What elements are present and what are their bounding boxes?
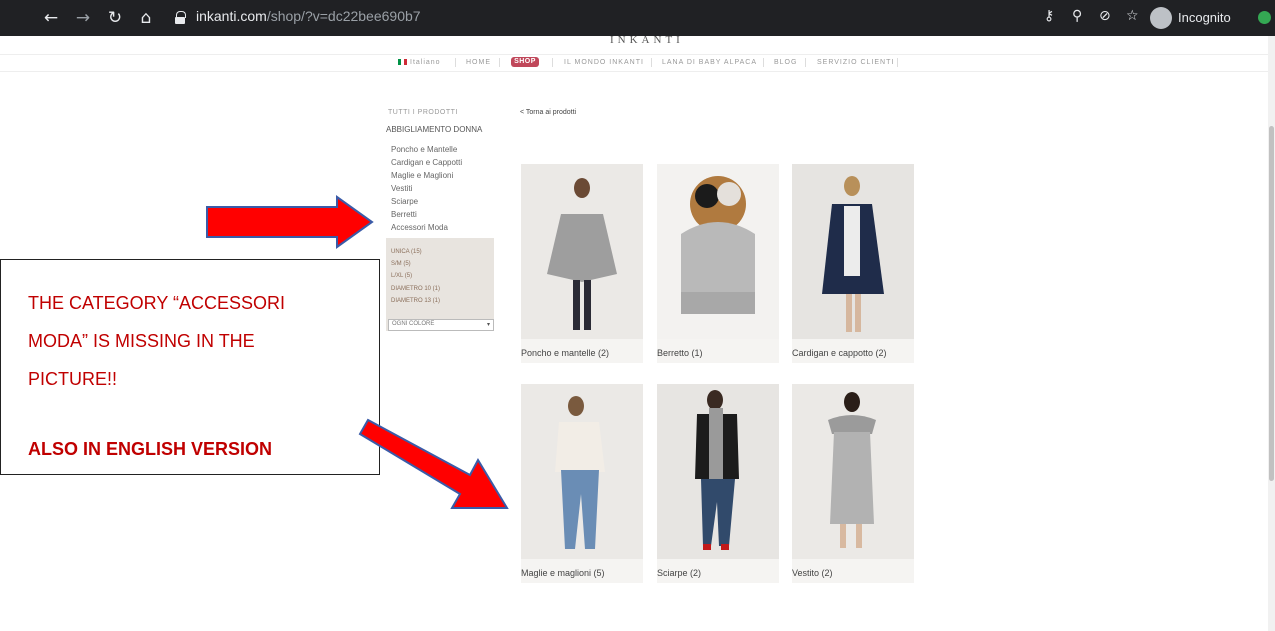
annotation-arrows <box>206 195 509 509</box>
scrollbar-thumb[interactable] <box>1269 126 1274 481</box>
scrollbar[interactable] <box>1268 36 1275 631</box>
arrow-to-product-grid <box>358 418 509 509</box>
arrow-to-accessori-moda <box>206 195 374 249</box>
